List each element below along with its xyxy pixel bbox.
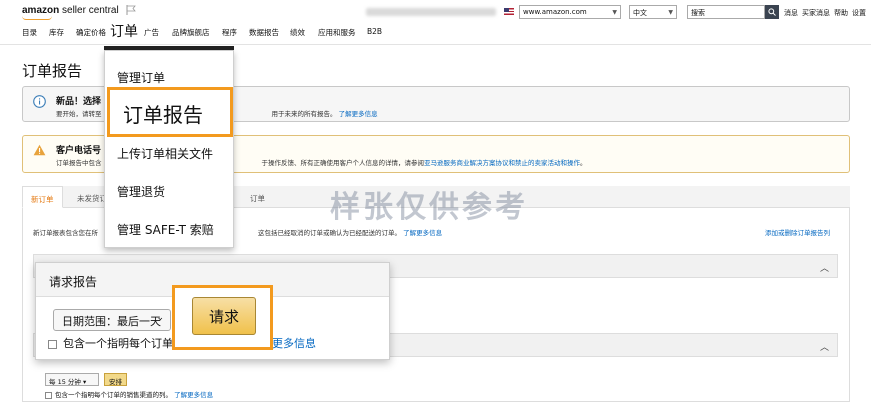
- blurred-account-name: [366, 8, 496, 16]
- tab-new-orders[interactable]: 新订单: [22, 186, 63, 208]
- warning-icon: [33, 144, 46, 156]
- menu-item-manage-returns[interactable]: 管理退货: [117, 183, 165, 200]
- nav-item-catalog[interactable]: 目录: [22, 27, 37, 38]
- page-title: 订单报告: [22, 62, 83, 80]
- info-icon: [33, 95, 46, 108]
- nav-item-advertising[interactable]: 广告: [144, 27, 159, 38]
- orders-dropdown-menu: 管理订单 订单报告 上传订单相关文件 管理退货 管理 SAFE-T 索赔: [104, 50, 234, 248]
- flag-icon[interactable]: [126, 5, 136, 15]
- warning-alert-title: 客户电话号: [56, 146, 102, 156]
- more-info-link[interactable]: 更多信息: [272, 335, 316, 351]
- search-button[interactable]: [765, 5, 779, 19]
- nav-item-brand-stores[interactable]: 品牌旗舰店: [172, 27, 210, 38]
- nav-item-apps-services[interactable]: 应用和服务: [318, 27, 356, 38]
- learn-more-link[interactable]: 了解更多信息: [403, 229, 442, 237]
- nav-divider: [0, 44, 871, 45]
- language-select[interactable]: 中文 ▼: [629, 5, 677, 19]
- chevron-up-icon[interactable]: ︿: [820, 261, 829, 274]
- search-input[interactable]: 搜索: [687, 5, 765, 19]
- schedule-sales-channel-checkbox[interactable]: 包含一个指明每个订单的销售渠道的列。 了解更多信息: [45, 389, 213, 399]
- policy-link[interactable]: 亚马逊服务商业解决方案协议和禁止的卖家活动和操作: [424, 159, 580, 167]
- chevron-down-icon: ▼: [612, 9, 617, 16]
- order-reports-highlight: [107, 87, 233, 137]
- watermark: 样张仅供参考: [330, 190, 528, 225]
- nav-item-programs[interactable]: 程序: [222, 27, 237, 38]
- nav-item-performance[interactable]: 绩效: [290, 27, 305, 38]
- tab-description: 新订单报表包含您在所 这包括已经取消的订单或确认为已经配送的订单。 了解更多信息: [33, 229, 443, 237]
- us-flag-icon: [504, 8, 514, 15]
- menu-item-upload-order-files[interactable]: 上传订单相关文件: [117, 145, 213, 162]
- info-alert-title: 新品！选择: [56, 97, 102, 107]
- date-range-select[interactable]: 日期范围：最后一天 ⌄: [53, 309, 171, 331]
- schedule-button[interactable]: 安排: [104, 373, 127, 386]
- top-links: 消息 买家消息 帮助 设置: [784, 8, 870, 18]
- menu-item-manage-safe-t-claims[interactable]: 管理 SAFE-T 索赔: [117, 221, 214, 238]
- nav-item-reports[interactable]: 数据报告: [249, 27, 279, 38]
- search-icon: [768, 8, 776, 16]
- amazon-seller-central-logo[interactable]: amazon seller central: [22, 5, 119, 20]
- buyer-messages-link[interactable]: 买家消息: [802, 9, 830, 17]
- nav-item-orders[interactable]: 订单: [107, 21, 141, 41]
- messages-link[interactable]: 消息: [784, 9, 798, 17]
- info-learn-more-link[interactable]: 了解更多信息: [339, 110, 378, 118]
- tab-orders[interactable]: 订单: [242, 186, 273, 208]
- menu-item-manage-orders[interactable]: 管理订单: [117, 69, 165, 86]
- help-link[interactable]: 帮助: [834, 9, 848, 17]
- main-nav: 目录 库存 确定价格 订单 广告 品牌旗舰店 程序 数据报告 绩效 应用和服务 …: [0, 21, 871, 41]
- nav-item-b2b[interactable]: B2B: [367, 27, 382, 36]
- chevron-up-icon[interactable]: ︿: [820, 340, 829, 353]
- request-button[interactable]: 请求: [192, 297, 256, 335]
- chevron-down-icon: ▼: [668, 9, 673, 16]
- checkbox[interactable]: [45, 391, 52, 399]
- nav-item-pricing[interactable]: 确定价格: [76, 27, 106, 38]
- schedule-interval-select[interactable]: 每 15 分钟 ▾: [45, 373, 99, 386]
- settings-link[interactable]: 设置: [852, 9, 866, 17]
- sales-channel-checkbox[interactable]: 包含一个指明每个订单的: [48, 335, 184, 351]
- add-remove-columns-link[interactable]: 添加或删除订单报告列: [765, 227, 830, 237]
- schedule-learn-more-link[interactable]: 了解更多信息: [174, 391, 213, 399]
- nav-item-inventory[interactable]: 库存: [49, 27, 64, 38]
- marketplace-select[interactable]: www.amazon.com ▼: [519, 5, 621, 19]
- top-bar: amazon seller central www.amazon.com ▼ 中文…: [0, 0, 871, 22]
- checkbox[interactable]: [48, 339, 57, 349]
- chevron-down-icon: ⌄: [156, 313, 164, 323]
- card-title: 请求报告: [49, 275, 98, 289]
